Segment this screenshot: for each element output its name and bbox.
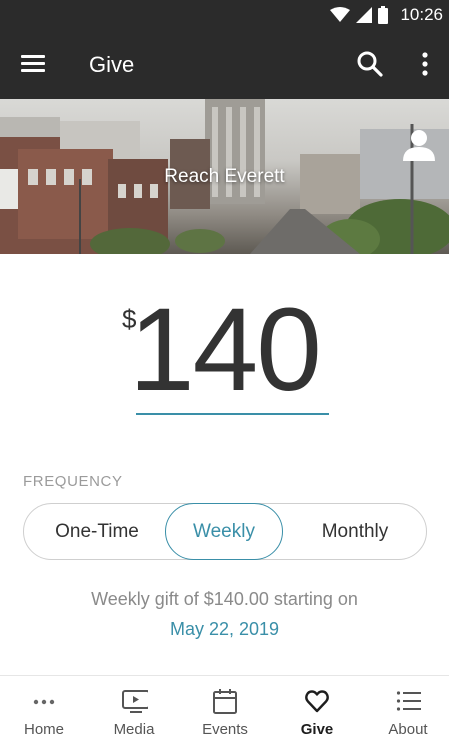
nav-item-give[interactable]: Give bbox=[272, 676, 362, 744]
menu-button[interactable] bbox=[18, 51, 48, 77]
start-date-link[interactable]: May 22, 2019 bbox=[0, 619, 449, 640]
more-vert-icon bbox=[422, 52, 428, 76]
bottom-nav: Home Media Events Give About bbox=[0, 675, 449, 743]
list-icon bbox=[396, 691, 421, 711]
wifi-icon bbox=[330, 7, 351, 22]
amount-entry[interactable]: $ 140 bbox=[0, 284, 449, 416]
frequency-option-one-time[interactable]: One-Time bbox=[32, 503, 162, 560]
nav-item-about[interactable]: About bbox=[363, 676, 449, 744]
more-dots-icon bbox=[33, 699, 55, 705]
frequency-option-weekly[interactable]: Weekly bbox=[165, 503, 283, 560]
status-bar: 10:26 bbox=[0, 0, 449, 30]
signal-icon bbox=[356, 7, 373, 23]
amount-underline bbox=[136, 413, 329, 415]
nav-item-events[interactable]: Events bbox=[180, 676, 270, 744]
search-button[interactable] bbox=[356, 50, 384, 78]
heart-icon bbox=[305, 690, 329, 713]
nav-label-give: Give bbox=[300, 721, 334, 738]
status-time: 10:26 bbox=[400, 5, 443, 24]
nav-item-media[interactable]: Media bbox=[89, 676, 179, 744]
status-icons: 10:26 bbox=[330, 4, 443, 26]
video-icon bbox=[122, 690, 148, 713]
campus-name: Reach Everett bbox=[164, 166, 285, 187]
page-title: Give bbox=[89, 52, 135, 77]
battery-icon bbox=[378, 6, 389, 24]
frequency-label: FREQUENCY bbox=[23, 473, 123, 490]
campus-banner: Reach Everett bbox=[0, 99, 449, 254]
nav-label-home: Home bbox=[23, 721, 64, 738]
nav-label-about: About bbox=[388, 721, 428, 738]
menu-icon bbox=[21, 55, 45, 58]
search-icon bbox=[357, 51, 383, 77]
frequency-selector: One-Time Weekly Monthly bbox=[23, 503, 427, 560]
app-bar: Give bbox=[0, 30, 449, 99]
gift-summary: Weekly gift of $140.00 starting on bbox=[91, 589, 358, 609]
nav-label-media: Media bbox=[113, 721, 155, 738]
calendar-icon bbox=[213, 689, 237, 714]
amount-value[interactable]: 140 bbox=[0, 282, 449, 418]
more-options-button[interactable] bbox=[413, 50, 437, 78]
nav-item-home[interactable]: Home bbox=[0, 676, 89, 744]
nav-label-events: Events bbox=[202, 721, 248, 738]
frequency-option-monthly[interactable]: Monthly bbox=[286, 503, 424, 560]
profile-icon[interactable] bbox=[401, 127, 437, 163]
